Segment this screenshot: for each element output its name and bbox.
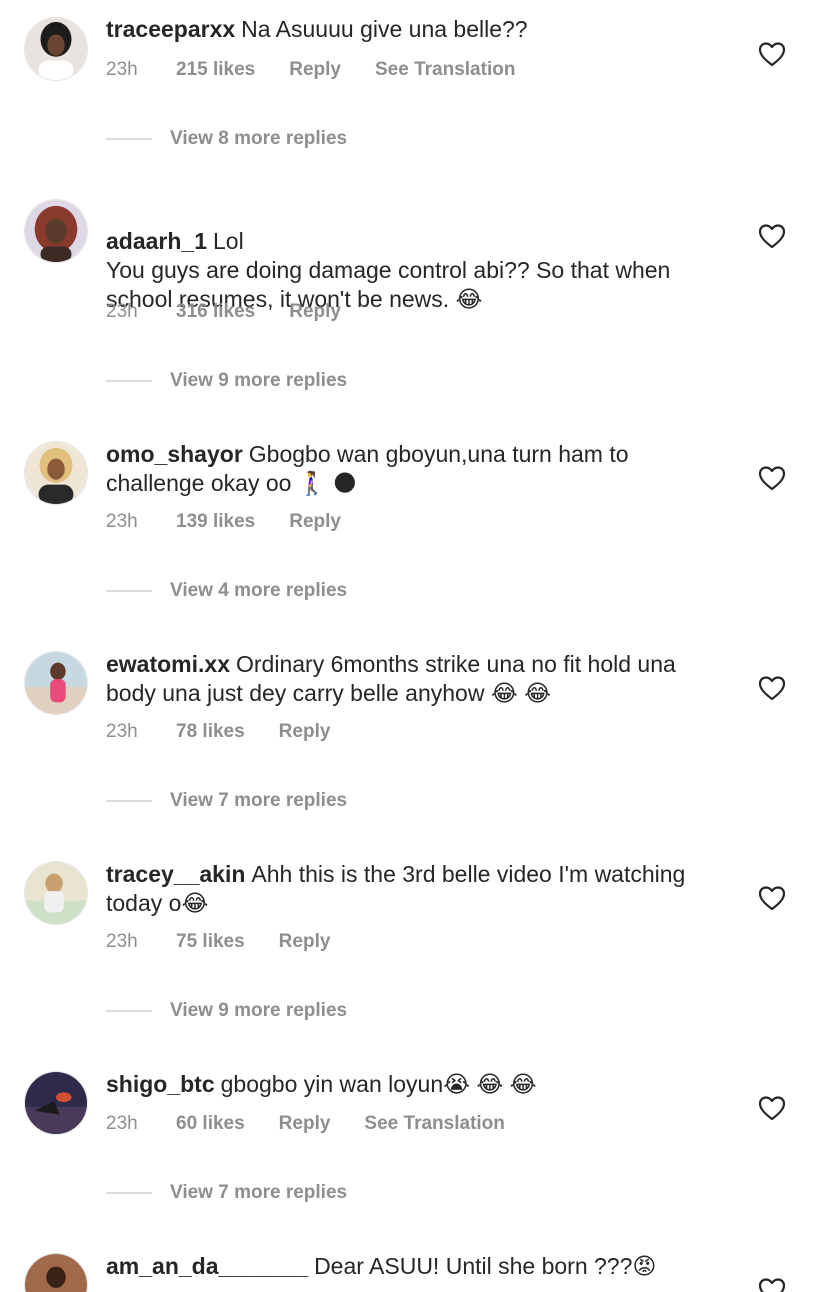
- like-button[interactable]: [758, 675, 786, 701]
- avatar[interactable]: [24, 1071, 88, 1135]
- view-replies-button[interactable]: View 9 more replies: [106, 1000, 347, 1022]
- comments-feed: traceeparxx Na Asuuuu give una belle?? 23…: [0, 0, 828, 1292]
- avatar[interactable]: [24, 861, 88, 925]
- comment-body: Na Asuuuu give una belle??: [241, 16, 528, 42]
- view-replies-label: View 7 more replies: [170, 790, 348, 811]
- comment-text: omo_shayor Gbogbo wan gboyun,una turn ham…: [106, 440, 706, 498]
- reply-button[interactable]: Reply: [289, 300, 341, 324]
- comment-text: ewatomi.xx Ordinary 6months strike una no…: [106, 650, 706, 708]
- comment-meta: 23h 316 likes Reply: [106, 300, 375, 324]
- view-replies-button[interactable]: View 4 more replies: [106, 580, 347, 602]
- view-replies-label: View 7 more replies: [170, 1182, 348, 1203]
- comment-likes[interactable]: 78 likes: [176, 720, 245, 744]
- comment-time: 23h: [106, 301, 138, 322]
- comment-username[interactable]: ewatomi.xx: [106, 651, 230, 677]
- reply-button[interactable]: Reply: [279, 720, 331, 744]
- view-replies-button[interactable]: View 9 more replies: [106, 370, 347, 392]
- comment-time: 23h: [106, 511, 138, 532]
- comment-username[interactable]: omo_shayor: [106, 441, 243, 467]
- view-replies-label: View 9 more replies: [170, 1000, 348, 1021]
- comment-username[interactable]: shigo_btc: [106, 1071, 215, 1097]
- comment-username[interactable]: adaarh_1: [106, 228, 207, 254]
- comment-meta: 23h 75 likes Reply: [106, 930, 364, 954]
- comment-time: 23h: [106, 59, 138, 80]
- comment-text: traceeparxx Na Asuuuu give una belle??: [106, 15, 706, 44]
- avatar[interactable]: [24, 17, 88, 81]
- comment-meta: 23h 139 likes Reply: [106, 510, 375, 534]
- like-button[interactable]: [758, 41, 786, 67]
- see-translation-button[interactable]: See Translation: [364, 1112, 504, 1136]
- comment-text: shigo_btc gbogbo yin wan loyun😭 😂 😂: [106, 1070, 706, 1099]
- comment-meta: 23h 60 likes Reply See Translation: [106, 1112, 539, 1136]
- like-button[interactable]: [758, 885, 786, 911]
- comment-likes[interactable]: 139 likes: [176, 510, 255, 534]
- comment-time: 23h: [106, 721, 138, 742]
- replies-divider: [106, 1192, 152, 1194]
- replies-divider: [106, 800, 152, 802]
- heart-outline-icon: [758, 466, 786, 491]
- comment-text: tracey__akin Ahh this is the 3rd belle vi…: [106, 860, 706, 918]
- like-button[interactable]: [758, 1277, 786, 1292]
- reply-button[interactable]: Reply: [289, 58, 341, 82]
- heart-outline-icon: [758, 676, 786, 701]
- view-replies-label: View 8 more replies: [170, 128, 348, 149]
- comment-body: gbogbo yin wan loyun😭 😂 😂: [220, 1071, 537, 1097]
- replies-divider: [106, 1010, 152, 1012]
- view-replies-button[interactable]: View 7 more replies: [106, 1182, 347, 1204]
- comment-likes[interactable]: 60 likes: [176, 1112, 245, 1136]
- comment-time: 23h: [106, 1113, 138, 1134]
- heart-outline-icon: [758, 1278, 786, 1292]
- view-replies-label: View 9 more replies: [170, 370, 348, 391]
- heart-outline-icon: [758, 1096, 786, 1121]
- heart-outline-icon: [758, 886, 786, 911]
- like-button[interactable]: [758, 1095, 786, 1121]
- like-button[interactable]: [758, 465, 786, 491]
- view-replies-label: View 4 more replies: [170, 580, 348, 601]
- reply-button[interactable]: Reply: [279, 930, 331, 954]
- heart-outline-icon: [758, 42, 786, 67]
- comment-likes[interactable]: 75 likes: [176, 930, 245, 954]
- comment-body: Dear ASUU! Until she born ???😡: [314, 1253, 657, 1279]
- reply-button[interactable]: Reply: [279, 1112, 331, 1136]
- comment-likes[interactable]: 215 likes: [176, 58, 255, 82]
- avatar[interactable]: [24, 441, 88, 505]
- like-button[interactable]: [758, 223, 786, 249]
- avatar[interactable]: [24, 651, 88, 715]
- comment-username[interactable]: tracey__akin: [106, 861, 245, 887]
- avatar[interactable]: [24, 199, 88, 263]
- comment-username[interactable]: am_an_da_______: [106, 1253, 308, 1279]
- avatar[interactable]: [24, 1253, 88, 1292]
- comment-meta: 23h 78 likes Reply: [106, 720, 364, 744]
- replies-divider: [106, 590, 152, 592]
- view-replies-button[interactable]: View 7 more replies: [106, 790, 347, 812]
- comment-meta: 23h 215 likes Reply See Translation: [106, 58, 549, 82]
- comment-likes[interactable]: 316 likes: [176, 300, 255, 324]
- see-translation-button[interactable]: See Translation: [375, 58, 515, 82]
- reply-button[interactable]: Reply: [289, 510, 341, 534]
- replies-divider: [106, 380, 152, 382]
- comment-time: 23h: [106, 931, 138, 952]
- replies-divider: [106, 138, 152, 140]
- view-replies-button[interactable]: View 8 more replies: [106, 128, 347, 150]
- comment-username[interactable]: traceeparxx: [106, 16, 235, 42]
- heart-outline-icon: [758, 224, 786, 249]
- comment-text: am_an_da_______ Dear ASUU! Until she born…: [106, 1252, 706, 1281]
- comment-text: adaarh_1 Lol You guys are doing damage co…: [106, 198, 706, 314]
